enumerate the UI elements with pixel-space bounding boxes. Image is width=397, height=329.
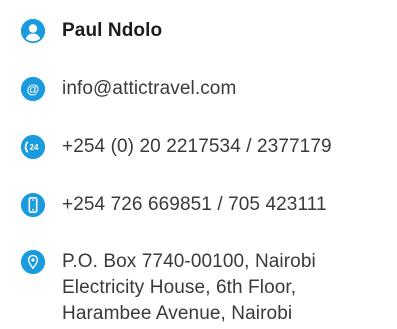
at-icon: @ xyxy=(21,77,45,101)
contact-name-row: Paul Ndolo xyxy=(0,18,397,44)
address-line-2: Electricity House, 6th Floor, xyxy=(62,277,297,298)
address-block: P.O. Box 7740-00100, Nairobi Electricity… xyxy=(62,249,316,327)
contact-name: Paul Ndolo xyxy=(62,20,163,41)
location-pin-icon xyxy=(21,250,45,274)
phone-badge: 24 xyxy=(30,143,39,152)
mobile-row: +254 726 669851 / 705 423111 xyxy=(0,192,397,218)
phone-row: 24 +254 (0) 20 2217534 / 2377179 xyxy=(0,134,397,160)
phone-number[interactable]: +254 (0) 20 2217534 / 2377179 xyxy=(62,134,332,160)
address-row: P.O. Box 7740-00100, Nairobi Electricity… xyxy=(0,249,397,329)
mobile-number[interactable]: +254 726 669851 / 705 423111 xyxy=(62,192,327,218)
phone-24-icon: 24 xyxy=(21,135,45,159)
address-line-1: P.O. Box 7740-00100, Nairobi xyxy=(62,251,316,272)
email-link[interactable]: info@attictravel.com xyxy=(62,76,236,102)
address-line-3: Harambee Avenue, Nairobi xyxy=(62,303,293,324)
email-row: @ info@attictravel.com xyxy=(0,76,397,102)
svg-text:@: @ xyxy=(27,82,40,97)
person-icon xyxy=(21,19,45,43)
mobile-phone-icon xyxy=(21,193,45,217)
